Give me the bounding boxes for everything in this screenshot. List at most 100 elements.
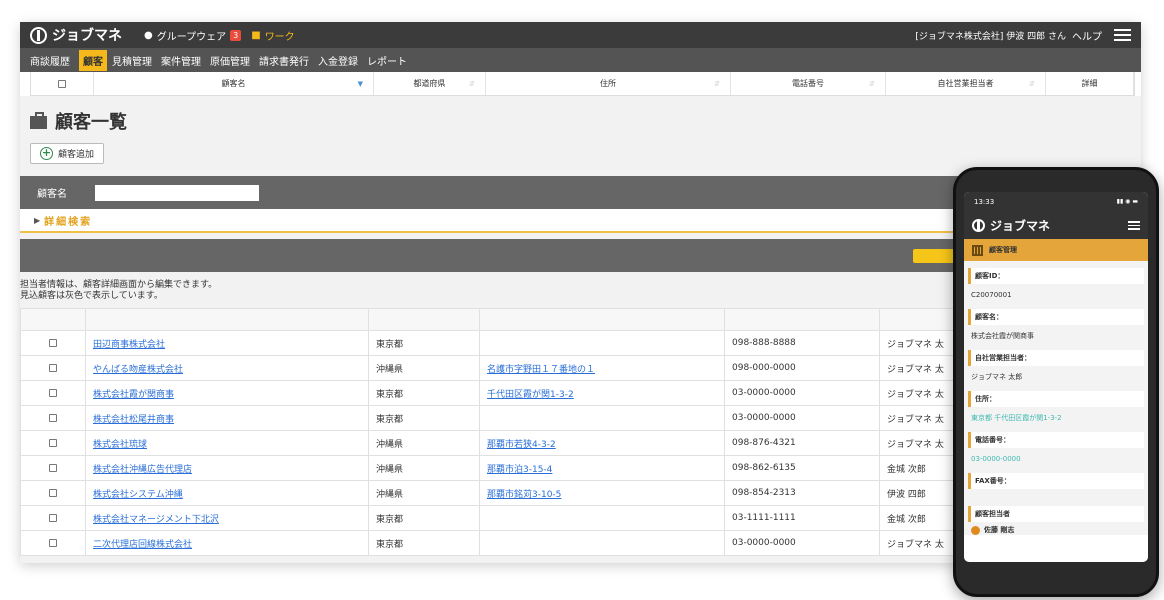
row-select-cell[interactable] bbox=[20, 455, 86, 481]
header-prefecture[interactable]: 都道府県 ⇵ bbox=[374, 72, 486, 95]
row-checkbox[interactable] bbox=[49, 538, 57, 547]
sales-rep-value: ジョブマネ 太郎 bbox=[971, 373, 1023, 381]
customer-id-label: 顧客ID： bbox=[968, 268, 1144, 284]
customer-name-link[interactable]: 田辺商事株式会社 bbox=[93, 340, 165, 350]
address-link[interactable]: 東京都 千代田区霞が関1-3-2 bbox=[968, 407, 1144, 429]
customer-name-link[interactable]: 株式会社システム沖縄 bbox=[93, 490, 183, 500]
table-row[interactable]: 二次代理店回線株式会社 東京都 03-0000-0000 ジョブマネ 太 bbox=[20, 530, 960, 556]
notification-badge: 3 bbox=[230, 29, 242, 41]
mobile-brand[interactable]: ジョブマネ bbox=[972, 217, 1128, 234]
table-row[interactable]: 株式会社琉球 沖縄県 那覇市若狭4-3-2 098-876-4321 ジョブマネ 太 bbox=[20, 430, 960, 456]
subnav-projects[interactable]: 案件管理 bbox=[161, 53, 201, 68]
row-checkbox[interactable] bbox=[49, 363, 57, 372]
customer-name-link[interactable]: 株式会社マネージメント下北沢 bbox=[93, 515, 219, 525]
phone-cell: 03-0000-0000 bbox=[732, 388, 796, 398]
brand-name: ジョブマネ bbox=[52, 28, 122, 44]
subnav-history[interactable]: 商談履歴 bbox=[30, 53, 70, 68]
row-select-cell[interactable] bbox=[20, 480, 86, 506]
mobile-section-header: 顧客管理 bbox=[964, 239, 1148, 261]
plus-circle-icon: + bbox=[40, 146, 53, 160]
customer-name-search-input[interactable] bbox=[95, 184, 259, 201]
sub-navigation: 商談履歴 顧客 見積管理 案件管理 原価管理 請求書発行 入金登録 レポート bbox=[20, 48, 1141, 72]
subnav-costs[interactable]: 原価管理 bbox=[210, 53, 250, 68]
subnav-reports[interactable]: レポート bbox=[367, 53, 407, 68]
table-row[interactable]: 田辺商事株式会社 東京都 098-888-8888 ジョブマネ 太 bbox=[20, 330, 960, 356]
help-link[interactable]: ヘルプ bbox=[1072, 28, 1102, 43]
contact-person[interactable]: 佐藤 剛志 bbox=[968, 525, 1144, 535]
row-select-cell[interactable] bbox=[20, 530, 86, 556]
sales-rep-cell: 金城 次郎 bbox=[887, 514, 926, 525]
table-row[interactable]: 株式会社マネージメント下北沢 東京都 03-1111-1111 金城 次郎 bbox=[20, 505, 960, 531]
address-link[interactable]: 那覇市若狭4-3-2 bbox=[487, 440, 556, 450]
customer-name-link[interactable]: やんばる吻産株式会社 bbox=[93, 365, 183, 375]
subnav-estimates[interactable]: 見積管理 bbox=[112, 53, 152, 68]
row-select-cell[interactable] bbox=[20, 405, 86, 431]
phone-link[interactable]: 03-0000-0000 bbox=[968, 448, 1144, 470]
nav-work-label: ワーク bbox=[264, 31, 295, 43]
top-bar: ジョブマネ ● グループウェア 3 ■ ワーク [ジョブマネ株式会社] 伊波 四… bbox=[20, 22, 1141, 48]
sort-icon: ⇵ bbox=[1029, 79, 1035, 88]
customer-name-link[interactable]: 株式会社琉球 bbox=[93, 440, 147, 450]
customer-name-link[interactable]: 株式会社霞が関商事 bbox=[93, 390, 174, 400]
row-checkbox[interactable] bbox=[49, 438, 57, 447]
address-link[interactable]: 千代田区霞が関1-3-2 bbox=[487, 390, 574, 400]
address-link[interactable]: 那覇市泊3-15-4 bbox=[487, 465, 552, 475]
row-select-cell[interactable] bbox=[20, 505, 86, 531]
phone-cell: 098-888-8888 bbox=[732, 338, 796, 348]
select-all-checkbox[interactable] bbox=[58, 79, 66, 88]
row-checkbox[interactable] bbox=[49, 413, 57, 422]
sales-rep-label: 自社営業担当者： bbox=[968, 350, 1144, 366]
table-row[interactable]: 株式会社沖縄広告代理店 沖縄県 那覇市泊3-15-4 098-862-6135 金城 次… bbox=[20, 455, 960, 481]
prefecture-cell: 東京都 bbox=[376, 514, 404, 525]
building-icon bbox=[972, 244, 983, 256]
table-row[interactable]: やんばる吻産株式会社 沖縄県 名護市字野田１７番地の１ 098-000-0000 ジョブ… bbox=[20, 355, 960, 381]
nav-groupware[interactable]: ● グループウェア 3 bbox=[144, 28, 242, 43]
header-select-all[interactable] bbox=[31, 72, 94, 95]
triangle-right-icon: ▶ bbox=[34, 215, 41, 225]
add-customer-button[interactable]: + 顧客追加 bbox=[30, 143, 105, 164]
table-row[interactable]: 株式会社システム沖縄 沖縄県 那覇市銘苅3-10-5 098-854-2313 伊波 四… bbox=[20, 480, 960, 506]
row-checkbox[interactable] bbox=[49, 513, 57, 522]
address-link[interactable]: 那覇市銘苅3-10-5 bbox=[487, 490, 561, 500]
status-time: 13:33 bbox=[974, 197, 995, 206]
row-select-cell[interactable] bbox=[20, 380, 86, 406]
customer-name-label: 顧客名： bbox=[968, 309, 1144, 325]
phone-cell: 098-854-2313 bbox=[732, 488, 796, 498]
phone-mockup: 13:33 ▮▮ ◉ ▬ ジョブマネ 顧客管理 顧客ID： C20070001 … bbox=[953, 167, 1159, 597]
customer-name-link[interactable]: 株式会社沖縄広告代理店 bbox=[93, 465, 192, 475]
prefecture-cell: 東京都 bbox=[376, 339, 404, 350]
customer-name-link[interactable]: 二次代理店回線株式会社 bbox=[93, 540, 192, 550]
phone-cell: 03-1111-1111 bbox=[732, 513, 796, 523]
row-checkbox[interactable] bbox=[49, 463, 57, 472]
table-row[interactable]: 株式会社霞が関商事 東京都 千代田区霞が関1-3-2 03-0000-0000 ジョブマ… bbox=[20, 380, 960, 406]
table-row[interactable]: 株式会社松尾井商事 東京都 03-0000-0000 ジョブマネ 太 bbox=[20, 405, 960, 431]
row-checkbox[interactable] bbox=[49, 338, 57, 347]
customer-name-link[interactable]: 株式会社松尾井商事 bbox=[93, 415, 174, 425]
mobile-header: ジョブマネ bbox=[964, 211, 1148, 239]
customer-contact-label: 顧客担当者 bbox=[968, 506, 1144, 522]
row-checkbox[interactable] bbox=[49, 488, 57, 497]
subnav-payments[interactable]: 入金登録 bbox=[318, 53, 358, 68]
row-select-cell[interactable] bbox=[20, 355, 86, 381]
header-sales-rep[interactable]: 自社営業担当者 ⇵ bbox=[886, 72, 1046, 95]
row-select-cell[interactable] bbox=[20, 330, 86, 356]
briefcase-icon: ■ bbox=[251, 29, 261, 41]
header-customer-name[interactable]: 顧客名 ▼ bbox=[94, 72, 374, 95]
header-phone[interactable]: 電話番号 ⇵ bbox=[731, 72, 886, 95]
address-link[interactable]: 名護市字野田１７番地の１ bbox=[487, 365, 595, 375]
page-title: 顧客一覧 bbox=[30, 108, 1141, 134]
phone-cell: 098-862-6135 bbox=[732, 463, 796, 473]
row-select-cell[interactable] bbox=[20, 430, 86, 456]
search-label: 顧客名 bbox=[37, 189, 67, 200]
nav-work[interactable]: ■ ワーク bbox=[251, 28, 294, 43]
row-checkbox[interactable] bbox=[49, 388, 57, 397]
subnav-customers[interactable]: 顧客 bbox=[79, 49, 107, 71]
status-bar: 13:33 ▮▮ ◉ ▬ bbox=[964, 192, 1148, 211]
header-address[interactable]: 住所 ⇵ bbox=[486, 72, 731, 95]
sales-rep-cell: ジョブマネ 太 bbox=[887, 539, 944, 550]
mobile-menu-icon[interactable] bbox=[1128, 220, 1140, 230]
menu-icon[interactable] bbox=[1114, 29, 1131, 41]
briefcase-icon bbox=[30, 112, 47, 129]
brand-logo[interactable]: ジョブマネ bbox=[30, 25, 122, 45]
subnav-invoices[interactable]: 請求書発行 bbox=[259, 53, 309, 68]
